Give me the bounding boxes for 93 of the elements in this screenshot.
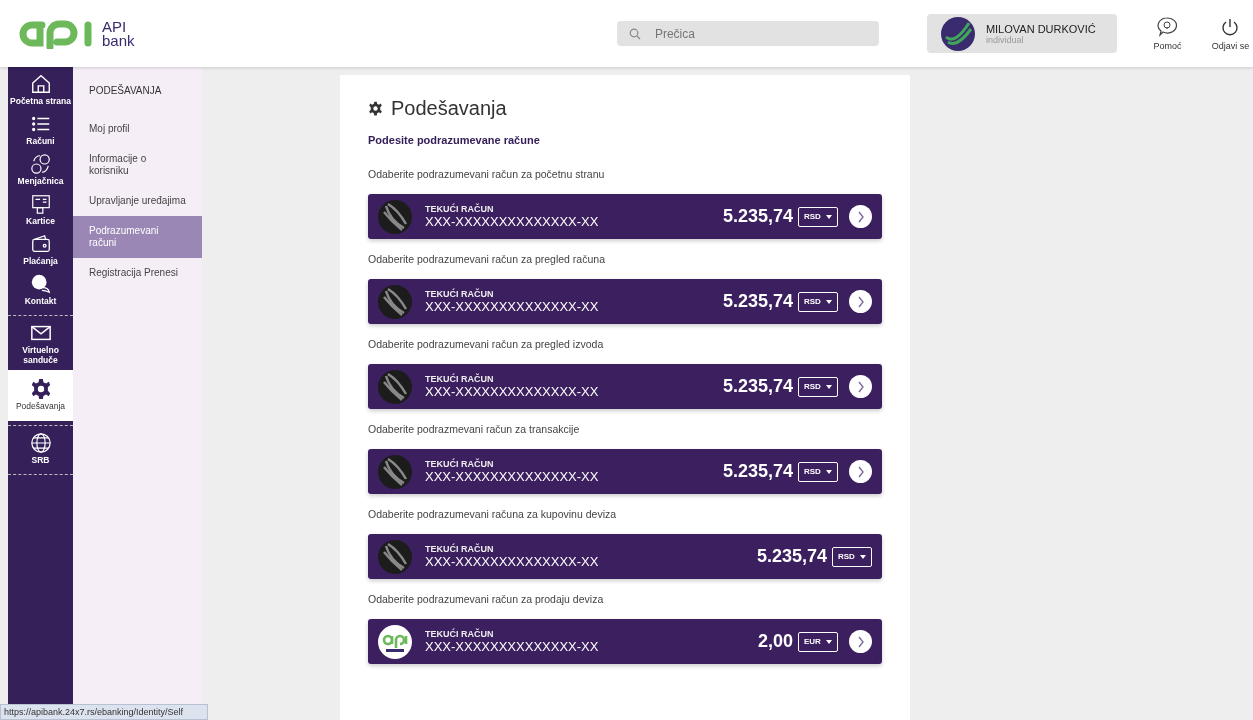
next-button[interactable] — [849, 630, 872, 653]
globe-icon — [29, 432, 52, 454]
account-logo-icon — [378, 624, 412, 659]
account-selector[interactable]: TEKUĆI RAČUN XXX-XXXXXXXXXXXXXX-XX 5.235,74 RSD — [368, 449, 882, 494]
account-selector[interactable]: TEKUĆI RAČUN XXX-XXXXXXXXXXXXXX-XX 2,00 EUR — [368, 619, 882, 664]
chevron-right-icon — [856, 465, 865, 478]
chevron-right-icon — [856, 380, 865, 393]
account-number: XXX-XXXXXXXXXXXXXX-XX — [425, 469, 600, 484]
account-selector[interactable]: TEKUĆI RAČUN XXX-XXXXXXXXXXXXXX-XX 5.235,74 RSD — [368, 364, 882, 409]
user-type: individual — [985, 34, 1025, 45]
submenu-title: PODEŠAVANJA — [88, 83, 163, 98]
next-button[interactable] — [849, 460, 872, 483]
nav-item[interactable]: Početna strana — [8, 71, 73, 111]
chat-icon — [29, 273, 52, 295]
nav-item[interactable]: Menjačnica — [8, 151, 73, 191]
next-button[interactable] — [849, 375, 872, 398]
chevron-right-icon — [856, 210, 865, 223]
field-label: Odaberite podrazumevani račun za pregled izvoda — [368, 337, 605, 352]
account-type: TEKUĆI RAČUN — [425, 374, 495, 384]
field-label: Odaberite podrazmevani račun za transakcije — [368, 422, 581, 437]
logout-button[interactable]: Odjavi se — [1207, 16, 1253, 51]
gear-icon — [29, 378, 52, 400]
currency-dropdown[interactable]: RSD — [832, 546, 872, 567]
gear-icon — [368, 101, 383, 116]
account-type: TEKUĆI RAČUN — [425, 544, 495, 554]
account-type: TEKUĆI RAČUN — [425, 289, 495, 299]
field-label: Odaberite podrazumevani račun za prodaju deviza — [368, 592, 605, 607]
page-title: Podešavanja — [391, 97, 507, 120]
account-number: XXX-XXXXXXXXXXXXXX-XX — [425, 384, 600, 399]
account-logo-icon — [378, 199, 412, 234]
account-number: XXX-XXXXXXXXXXXXXX-XX — [425, 299, 600, 314]
currency-dropdown[interactable]: RSD — [798, 376, 838, 397]
logo-text: API bank — [102, 19, 135, 48]
user-name: MILOVAN DURKOVIĆ — [985, 22, 1096, 35]
account-selector[interactable]: TEKUĆI RAČUN XXX-XXXXXXXXXXXXXX-XX 5.235,74 RSD — [368, 279, 882, 324]
account-number: XXX-XXXXXXXXXXXXXX-XX — [425, 214, 600, 229]
field-label: Odaberite podrazumevani račun za pregled računa — [368, 252, 606, 267]
exchange-icon — [29, 153, 52, 175]
account-logo-icon — [378, 284, 412, 319]
search-field[interactable]: Prečica — [616, 21, 879, 46]
currency-dropdown[interactable]: EUR — [798, 631, 838, 652]
nav-item[interactable]: SRB — [8, 430, 73, 470]
account-balance: 5.235,74 — [722, 206, 793, 227]
caret-icon — [826, 469, 832, 474]
account-selector[interactable]: TEKUĆI RAČUN XXX-XXXXXXXXXXXXXX-XX 5.235,74 RSD — [368, 534, 882, 579]
caret-icon — [860, 554, 866, 559]
chevron-right-icon — [856, 635, 865, 648]
search-icon — [628, 28, 641, 40]
field-label: Odaberite podrazumevani račun za početnu stranu — [368, 167, 606, 182]
submenu-item[interactable]: Moj profil — [73, 114, 202, 144]
currency-dropdown[interactable]: RSD — [798, 291, 838, 312]
nav-item[interactable]: Plaćanja — [8, 231, 73, 271]
card-icon — [29, 193, 52, 215]
avatar-icon — [940, 16, 975, 51]
submenu-item[interactable]: Upravljanje uređajima — [73, 186, 202, 216]
account-balance: 5.235,74 — [722, 291, 793, 312]
account-type: TEKUĆI RAČUN — [425, 459, 495, 469]
caret-icon — [826, 639, 832, 644]
caret-icon — [826, 299, 832, 304]
account-selector[interactable]: TEKUĆI RAČUN XXX-XXXXXXXXXXXXXX-XX 5.235,74 RSD — [368, 194, 882, 239]
section-heading: Podesite podrazumevane račune — [368, 134, 541, 146]
chevron-right-icon — [856, 295, 865, 308]
nav-item[interactable]: Virtuelno sanduče — [8, 320, 73, 370]
nav-item[interactable]: Računi — [8, 111, 73, 151]
account-balance: 5.235,74 — [722, 461, 793, 482]
nav-item[interactable]: Kartice — [8, 191, 73, 231]
currency-dropdown[interactable]: RSD — [798, 206, 838, 227]
field-label: Odaberite podrazumevani računa za kupovinu deviza — [368, 507, 618, 522]
account-logo-icon — [378, 369, 412, 404]
account-balance: 5.235,74 — [722, 376, 793, 397]
next-button[interactable] — [849, 290, 872, 313]
submenu-item[interactable]: Informacije o korisniku — [73, 144, 202, 186]
status-url: https://apibank.24x7.rs/ebanking/Identity/Self — [0, 704, 208, 720]
caret-icon — [826, 214, 832, 219]
account-logo-icon — [378, 539, 412, 574]
account-number: XXX-XXXXXXXXXXXXXX-XX — [425, 639, 600, 654]
nav-item[interactable]: Kontakt — [8, 271, 73, 311]
account-type: TEKUĆI RAČUN — [425, 204, 495, 214]
account-balance: 5.235,74 — [756, 546, 827, 567]
help-button[interactable]: Pomoć — [1144, 16, 1190, 51]
account-balance: 2,00 — [757, 631, 793, 652]
account-logo-icon — [378, 454, 412, 489]
currency-dropdown[interactable]: RSD — [798, 461, 838, 482]
wallet-icon — [29, 233, 52, 255]
home-icon — [29, 73, 52, 95]
account-number: XXX-XXXXXXXXXXXXXX-XX — [425, 554, 600, 569]
next-button[interactable] — [849, 205, 872, 228]
caret-icon — [826, 384, 832, 389]
nav-item[interactable]: Podešavanja — [8, 370, 73, 421]
account-type: TEKUĆI RAČUN — [425, 629, 495, 639]
submenu-item[interactable]: Registracija Prenesi — [73, 258, 202, 288]
user-card[interactable]: MILOVAN DURKOVIĆ individual — [926, 14, 1117, 53]
power-icon — [1220, 16, 1241, 37]
